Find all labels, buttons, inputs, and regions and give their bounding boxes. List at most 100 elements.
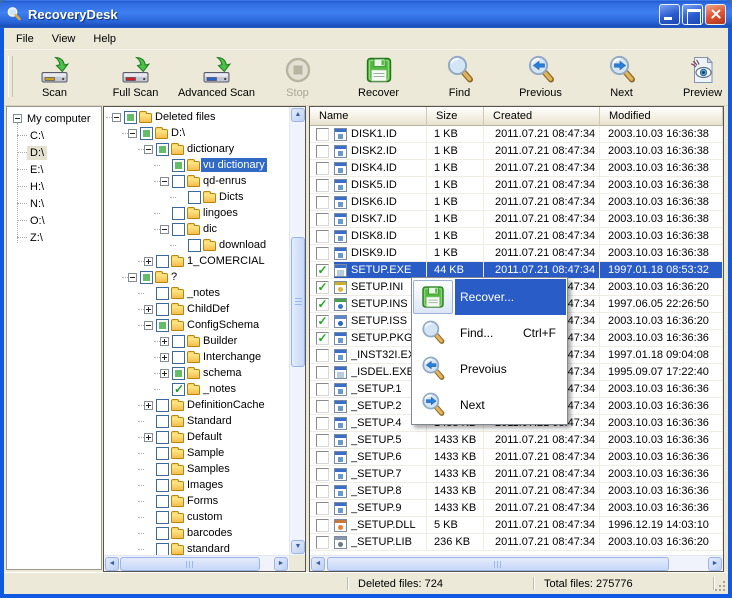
folder-tree-item[interactable]: dic [104, 221, 289, 237]
folder-vertical-scrollbar[interactable]: ▲ ▼ [289, 107, 305, 555]
file-checkbox[interactable] [316, 179, 329, 192]
tree-checkbox[interactable] [172, 159, 185, 172]
tree-checkbox[interactable] [172, 383, 185, 396]
maximize-button[interactable] [682, 4, 703, 25]
tree-checkbox[interactable] [156, 479, 169, 492]
tree-checkbox[interactable] [188, 191, 201, 204]
folder-tree-item[interactable]: ChildDef [104, 301, 289, 317]
collapse-expander-icon[interactable] [160, 225, 169, 234]
folder-tree-item[interactable]: custom [104, 509, 289, 525]
close-button[interactable] [705, 4, 726, 25]
folder-tree-item[interactable]: dictionary [104, 141, 289, 157]
folder-tree-item[interactable]: Images [104, 477, 289, 493]
tree-checkbox[interactable] [156, 447, 169, 460]
file-checkbox[interactable] [316, 332, 329, 345]
file-checkbox[interactable] [316, 281, 329, 294]
file-checkbox[interactable] [316, 315, 329, 328]
file-checkbox[interactable] [316, 400, 329, 413]
file-checkbox[interactable] [316, 502, 329, 515]
resize-grip[interactable] [712, 578, 726, 592]
file-checkbox[interactable] [316, 298, 329, 311]
scroll-up-icon[interactable]: ▲ [291, 108, 305, 122]
tree-checkbox[interactable] [188, 239, 201, 252]
expand-plus-icon[interactable] [160, 369, 169, 378]
folder-tree-item[interactable]: qd-enrus [104, 173, 289, 189]
toolbar-find-button[interactable]: Find [419, 50, 500, 104]
expand-plus-icon[interactable] [144, 433, 153, 442]
tree-checkbox[interactable] [140, 271, 153, 284]
file-checkbox[interactable] [316, 264, 329, 277]
tree-checkbox[interactable] [124, 111, 137, 124]
collapse-expander-icon[interactable] [128, 129, 137, 138]
file-row[interactable]: _SETUP.91433 KB2011.07.21 08:47:342003.1… [310, 500, 723, 517]
folder-tree-item[interactable]: Samples [104, 461, 289, 477]
tree-checkbox[interactable] [156, 543, 169, 556]
file-checkbox[interactable] [316, 434, 329, 447]
file-checkbox[interactable] [316, 536, 329, 549]
file-row[interactable]: DISK1.ID1 KB2011.07.21 08:47:342003.10.0… [310, 126, 723, 143]
column-header-size[interactable]: Size [427, 107, 484, 126]
tree-checkbox[interactable] [156, 319, 169, 332]
toolbar-full-scan-button[interactable]: Full Scan [95, 50, 176, 104]
tree-checkbox[interactable] [156, 287, 169, 300]
folder-tree-item[interactable]: 1_COMERCIAL [104, 253, 289, 269]
file-checkbox[interactable] [316, 366, 329, 379]
toolbar-preview-button[interactable]: Preview [662, 50, 728, 104]
column-header-name[interactable]: Name [310, 107, 427, 126]
toolbar-recover-button[interactable]: Recover [338, 50, 419, 104]
file-checkbox[interactable] [316, 451, 329, 464]
file-checkbox[interactable] [316, 383, 329, 396]
file-checkbox[interactable] [316, 230, 329, 243]
scrollbar-thumb[interactable] [291, 237, 305, 367]
context-menu-item-recover[interactable]: Recover... [413, 279, 566, 315]
tree-checkbox[interactable] [156, 527, 169, 540]
file-row[interactable]: _SETUP.51433 KB2011.07.21 08:47:342003.1… [310, 432, 723, 449]
file-row[interactable]: DISK7.ID1 KB2011.07.21 08:47:342003.10.0… [310, 211, 723, 228]
file-checkbox[interactable] [316, 519, 329, 532]
tree-checkbox[interactable] [156, 143, 169, 156]
folder-tree-item[interactable]: _notes [104, 381, 289, 397]
file-checkbox[interactable] [316, 247, 329, 260]
column-header-modified[interactable]: Modified [600, 107, 723, 126]
file-checkbox[interactable] [316, 468, 329, 481]
menu-item-file[interactable]: File [7, 30, 43, 48]
expand-plus-icon[interactable] [160, 353, 169, 362]
tree-checkbox[interactable] [156, 495, 169, 508]
drive-item[interactable]: Z:\ [7, 229, 101, 246]
drive-item[interactable]: D:\ [7, 144, 101, 161]
folder-tree-item[interactable]: download [104, 237, 289, 253]
folder-tree-item[interactable]: Interchange [104, 349, 289, 365]
expand-plus-icon[interactable] [144, 305, 153, 314]
tree-checkbox[interactable] [140, 127, 153, 140]
drive-item[interactable]: N:\ [7, 195, 101, 212]
folder-tree-item[interactable]: vu dictionary [104, 157, 289, 173]
folder-tree-item[interactable]: ConfigSchema [104, 317, 289, 333]
folder-tree-item[interactable]: Builder [104, 333, 289, 349]
collapse-expander-icon[interactable] [144, 321, 153, 330]
folder-tree-item[interactable]: lingoes [104, 205, 289, 221]
expand-plus-icon[interactable] [144, 257, 153, 266]
expand-plus-icon[interactable] [160, 337, 169, 346]
drive-item[interactable]: E:\ [7, 161, 101, 178]
file-checkbox[interactable] [316, 349, 329, 362]
scroll-right-icon[interactable]: ► [708, 557, 722, 571]
folder-tree-item[interactable]: Sample [104, 445, 289, 461]
context-menu-item-find[interactable]: Find...Ctrl+F [413, 315, 566, 351]
file-checkbox[interactable] [316, 162, 329, 175]
tree-checkbox[interactable] [172, 223, 185, 236]
file-row[interactable]: DISK4.ID1 KB2011.07.21 08:47:342003.10.0… [310, 160, 723, 177]
tree-checkbox[interactable] [172, 335, 185, 348]
scroll-left-icon[interactable]: ◄ [105, 557, 119, 571]
context-menu-item-next[interactable]: Next [413, 387, 566, 423]
folder-tree-item[interactable]: Deleted files [104, 109, 289, 125]
folder-tree-item[interactable]: schema [104, 365, 289, 381]
drive-tree-root[interactable]: My computer [7, 110, 101, 127]
folder-horizontal-scrollbar[interactable]: ◄ ► [104, 555, 289, 571]
file-row[interactable]: _SETUP.61433 KB2011.07.21 08:47:342003.1… [310, 449, 723, 466]
folder-tree-item[interactable]: DefinitionCache [104, 397, 289, 413]
tree-checkbox[interactable] [156, 431, 169, 444]
tree-checkbox[interactable] [172, 207, 185, 220]
tree-checkbox[interactable] [156, 415, 169, 428]
toolbar-next-button[interactable]: Next [581, 50, 662, 104]
file-checkbox[interactable] [316, 417, 329, 430]
